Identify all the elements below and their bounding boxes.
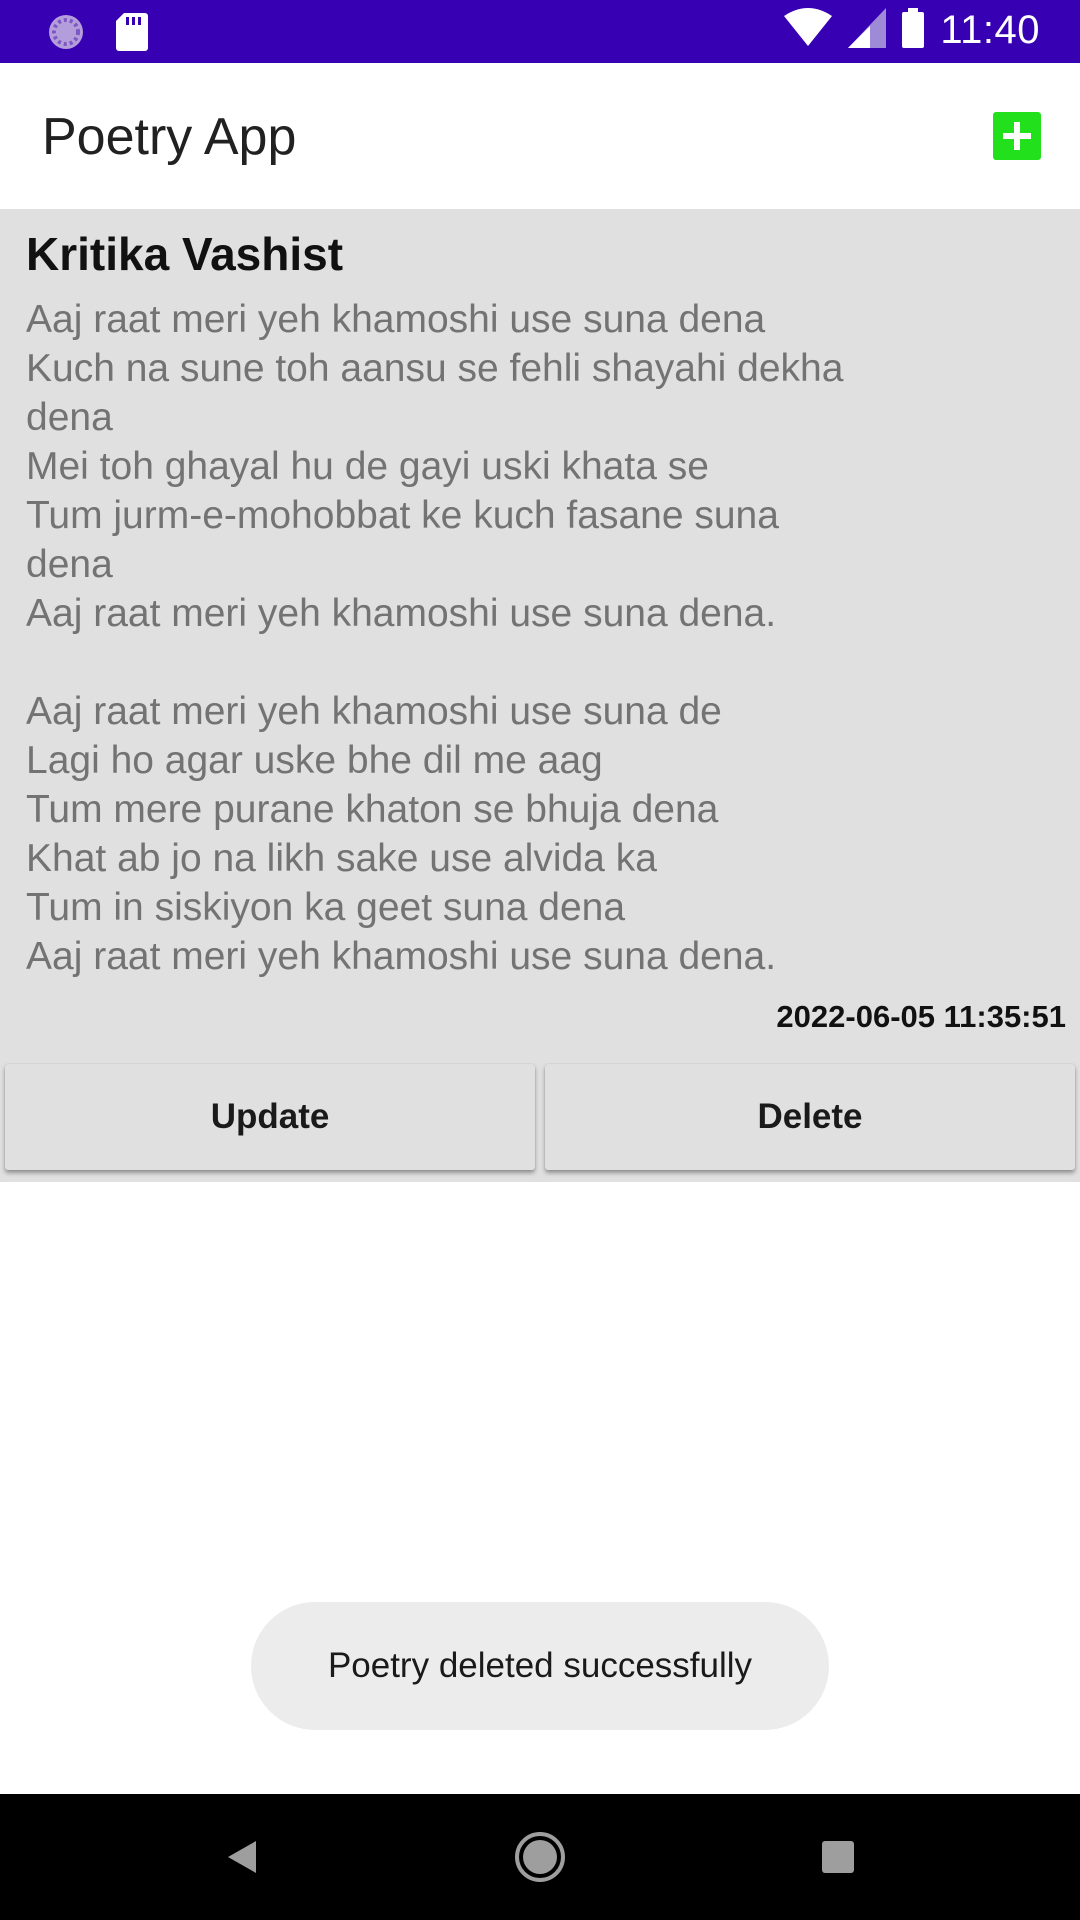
app-bar: Poetry App: [0, 63, 1080, 209]
update-button[interactable]: Update: [5, 1064, 535, 1170]
status-clock: 11:40: [940, 8, 1040, 52]
poem-text: Aaj raat meri yeh khamoshi use suna dena…: [26, 298, 844, 978]
cellular-signal-icon: [848, 8, 887, 53]
status-bar-left-icons: [46, 12, 148, 57]
add-box-icon: [1003, 122, 1031, 150]
wifi-icon: [784, 8, 833, 53]
status-bar-right-icons: 11:40: [784, 8, 1040, 53]
home-button[interactable]: [480, 1794, 600, 1920]
loading-indicator-icon: [46, 12, 86, 57]
poem-timestamp: 2022-06-05 11:35:51: [776, 999, 1066, 1034]
delete-button[interactable]: Delete: [545, 1064, 1075, 1170]
back-button[interactable]: [182, 1794, 302, 1920]
add-poetry-button[interactable]: [993, 112, 1041, 160]
poem-card: Kritika Vashist Aaj raat meri yeh khamos…: [0, 209, 1080, 1182]
poet-name: Kritika Vashist: [26, 228, 344, 280]
recents-icon: [822, 1841, 854, 1873]
back-icon: [228, 1841, 256, 1873]
recents-button[interactable]: [778, 1794, 898, 1920]
toast-message: Poetry deleted successfully: [251, 1602, 829, 1730]
sd-card-icon: [116, 13, 148, 56]
status-bar: 11:40: [0, 0, 1080, 63]
home-icon: [515, 1832, 565, 1882]
app-title: Poetry App: [42, 108, 297, 166]
navigation-bar: [0, 1794, 1080, 1920]
battery-icon: [902, 8, 925, 53]
